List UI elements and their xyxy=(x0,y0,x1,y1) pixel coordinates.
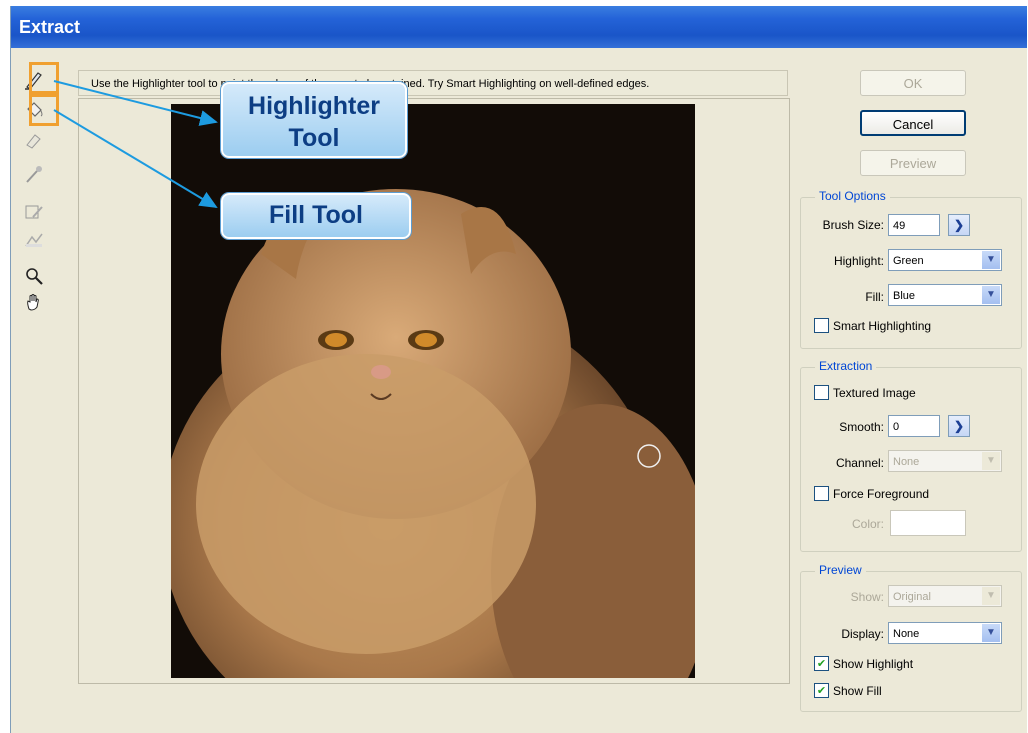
smart-highlighting-checkbox[interactable]: Smart Highlighting xyxy=(814,318,931,333)
cancel-button[interactable]: Cancel xyxy=(860,110,966,136)
fill-value: Blue xyxy=(893,290,916,302)
smooth-label: Smooth: xyxy=(839,420,884,434)
force-foreground-checkbox[interactable]: Force Foreground xyxy=(814,486,929,501)
highlighter-callout-line2: Tool xyxy=(288,124,340,152)
checkbox-box xyxy=(814,318,829,333)
channel-value: None xyxy=(893,456,920,468)
preview-group-title: Preview xyxy=(815,563,866,577)
highlight-label: Highlight: xyxy=(833,254,884,268)
show-label: Show: xyxy=(850,590,884,604)
extraction-title: Extraction xyxy=(815,359,877,373)
smart-highlighting-label: Smart Highlighting xyxy=(833,318,932,333)
highlighter-callout-line1: Highlighter xyxy=(248,92,380,120)
show-highlight-checkbox[interactable]: ✔ Show Highlight xyxy=(814,656,913,671)
chevron-down-icon: ▼ xyxy=(982,587,1000,605)
textured-image-checkbox[interactable]: Textured Image xyxy=(814,385,916,400)
tool-options-title: Tool Options xyxy=(815,189,890,203)
force-foreground-label: Force Foreground xyxy=(833,486,930,501)
highlight-select[interactable]: Green ▼ xyxy=(888,249,1002,271)
fill-label: Fill: xyxy=(865,290,884,304)
color-swatch[interactable] xyxy=(890,510,966,536)
color-label: Color: xyxy=(851,517,884,531)
chevron-down-icon: ▼ xyxy=(982,286,1000,304)
show-highlight-label: Show Highlight xyxy=(833,656,914,671)
smooth-arrow-icon[interactable]: ❯ xyxy=(948,415,970,437)
checkbox-box xyxy=(814,486,829,501)
highlighter-tool-callout: Highlighter Tool xyxy=(221,82,407,158)
fill-tool-callout: Fill Tool xyxy=(221,193,411,239)
display-select[interactable]: None ▼ xyxy=(888,622,1002,644)
chevron-down-icon: ▼ xyxy=(982,452,1000,470)
brush-size-label: Brush Size: xyxy=(822,218,884,232)
brush-size-arrow-icon[interactable]: ❯ xyxy=(948,214,970,236)
show-value: Original xyxy=(893,591,931,603)
show-fill-checkbox[interactable]: ✔ Show Fill xyxy=(814,683,882,698)
smooth-input[interactable]: 0 xyxy=(888,415,940,437)
textured-image-label: Textured Image xyxy=(833,385,916,400)
checkmark-icon: ✔ xyxy=(814,656,829,671)
checkbox-box xyxy=(814,385,829,400)
show-fill-label: Show Fill xyxy=(833,683,882,698)
chevron-down-icon: ▼ xyxy=(982,251,1000,269)
chevron-down-icon: ▼ xyxy=(982,624,1000,642)
checkmark-icon: ✔ xyxy=(814,683,829,698)
brush-size-input[interactable]: 49 xyxy=(888,214,940,236)
channel-select[interactable]: None ▼ xyxy=(888,450,1002,472)
display-value: None xyxy=(893,628,920,640)
display-label: Display: xyxy=(841,627,884,641)
fill-select[interactable]: Blue ▼ xyxy=(888,284,1002,306)
channel-label: Channel: xyxy=(835,456,884,470)
highlight-value: Green xyxy=(893,255,924,267)
ok-button[interactable]: OK xyxy=(860,70,966,96)
show-select[interactable]: Original ▼ xyxy=(888,585,1002,607)
preview-button[interactable]: Preview xyxy=(860,150,966,176)
